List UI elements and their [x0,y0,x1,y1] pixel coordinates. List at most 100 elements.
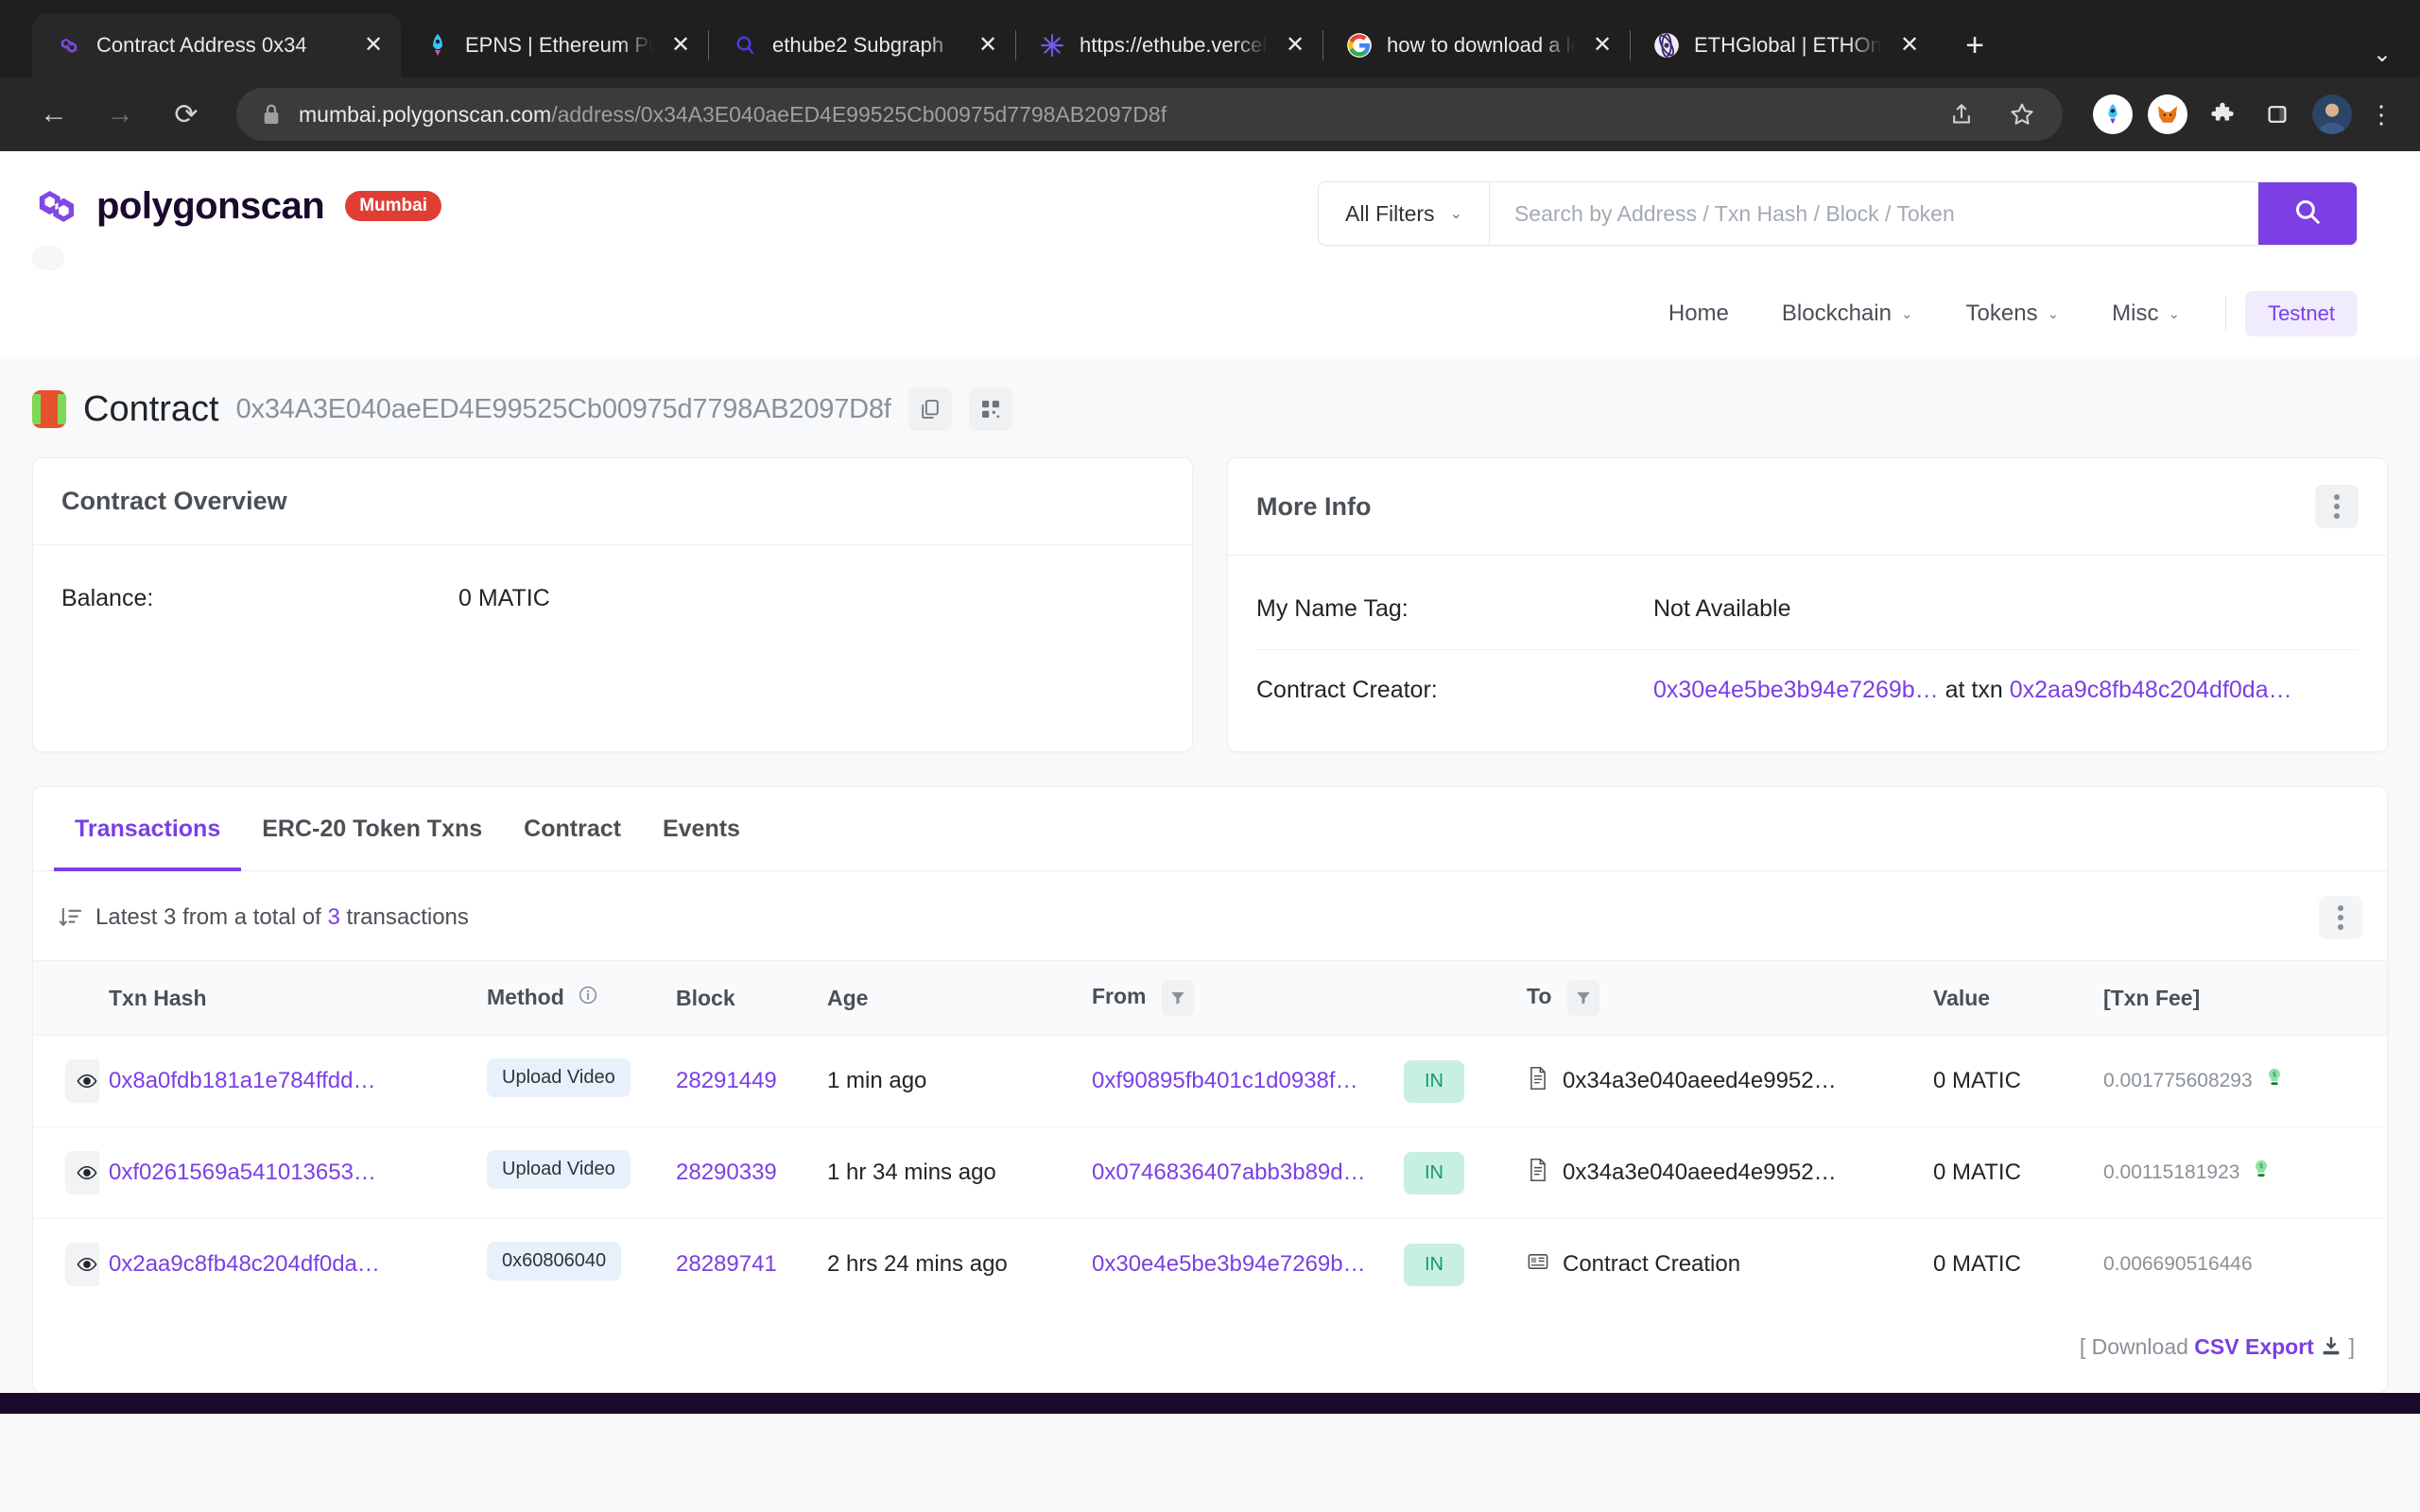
sidepanel-icon[interactable] [2257,94,2297,134]
close-icon[interactable]: ✕ [1281,31,1309,60]
block-link[interactable]: 28291449 [676,1068,777,1093]
cell-block: 28290339 [666,1126,818,1219]
svg-text:$: $ [2272,1070,2276,1078]
txn-fee-value: 0.001775608293 [2103,1070,2253,1091]
block-link[interactable]: 28290339 [676,1160,777,1185]
nav-item-tokens[interactable]: Tokens ⌄ [1940,291,2086,336]
profile-avatar[interactable] [2312,94,2352,134]
download-icon[interactable] [2320,1334,2348,1359]
site-logo[interactable]: polygonscan Mumbai [32,181,441,231]
reload-button[interactable]: ⟳ [157,85,216,144]
direction-badge: IN [1404,1243,1464,1286]
kebab-menu-icon[interactable] [2315,485,2359,528]
browser-tab-0[interactable]: Contract Address 0x34 ✕ [32,13,401,77]
all-filters-dropdown[interactable]: All Filters ⌄ [1319,182,1490,245]
cell-eye [33,1035,99,1127]
balance-value: 0 MATIC [458,585,550,611]
browser-tab-2[interactable]: ethube2 Subgraph ✕ [708,13,1015,77]
cell-method: 0x60806040 [477,1219,666,1311]
col-header-age[interactable]: Age [818,960,1082,1036]
from-address-link[interactable]: 0x0746836407abb3b89d… [1092,1160,1366,1185]
contract-address: 0x34A3E040aeED4E99525Cb00975d7798AB2097D… [235,393,891,424]
info-icon[interactable] [578,985,598,1011]
creator-address-link[interactable]: 0x30e4e5be3b94e7269b… [1653,677,1939,703]
block-link[interactable]: 28289741 [676,1251,777,1277]
close-icon[interactable]: ✕ [359,31,388,60]
name-tag-value: Not Available [1653,595,1791,622]
cell-block: 28291449 [666,1035,818,1127]
browser-tab-1[interactable]: EPNS | Ethereum Push ✕ [401,13,708,77]
cell-value: 0 MATIC [1933,1251,2021,1277]
tab-events[interactable]: Events [642,787,761,871]
browser-tab-title: EPNS | Ethereum Push [465,33,653,57]
testnet-selector[interactable]: Testnet [2245,291,2358,336]
browser-menu-icon[interactable]: ⋮ [2367,102,2395,127]
graph-icon [731,31,759,60]
cell-to: Contract Creation [1517,1219,1924,1311]
txn-hash-link[interactable]: 0xf0261569a541013653… [109,1160,376,1185]
csv-export-link[interactable]: CSV Export [2194,1334,2314,1359]
txn-hash-link[interactable]: 0x2aa9c8fb48c204df0da… [109,1251,380,1277]
from-address-link[interactable]: 0x30e4e5be3b94e7269b… [1092,1251,1366,1277]
tab-search-chevron-down-icon[interactable]: ⌄ [2373,41,2392,68]
table-kebab-menu-icon[interactable] [2319,896,2362,939]
puzzle-extension-icon[interactable] [2203,94,2242,134]
metamask-icon[interactable] [2148,94,2187,134]
txn-hash-link[interactable]: 0x8a0fdb181a1e784ffdd… [109,1068,375,1093]
svg-text:$: $ [2259,1161,2264,1170]
method-pill[interactable]: Upload Video [487,1058,631,1097]
transactions-table: Txn Hash Method Block Age From To Value … [33,960,2387,1310]
new-tab-button[interactable]: + [1950,21,1999,70]
method-pill[interactable]: Upload Video [487,1150,631,1189]
browser-tab-5[interactable]: ETHGlobal | ETHOnline ✕ [1630,13,1937,77]
eye-icon[interactable] [65,1059,99,1103]
chevron-down-icon: ⌄ [2168,306,2181,322]
back-button[interactable]: ← [25,85,83,144]
cell-txn-fee: 0.00115181923 $ [2094,1126,2387,1219]
bracket-close: ] [2348,1334,2355,1359]
bookmark-star-icon[interactable] [2000,93,2044,136]
qr-code-icon[interactable] [968,387,1012,431]
cell-method: Upload Video [477,1035,666,1127]
google-icon [1345,31,1374,60]
address-bar[interactable]: mumbai.polygonscan.com/address/0x34A3E04… [236,88,2063,141]
filter-icon[interactable] [1161,980,1194,1016]
close-icon[interactable]: ✕ [1895,31,1924,60]
transaction-count-text: Latest 3 from a total of 3 transactions [95,904,469,931]
browser-tab-3[interactable]: https://ethube.vercel.a ✕ [1015,13,1322,77]
cell-eye [33,1126,99,1219]
tab-erc20-token-txns[interactable]: ERC-20 Token Txns [241,787,503,871]
share-icon[interactable] [1940,93,1983,136]
close-icon[interactable]: ✕ [1588,31,1616,60]
from-address-link[interactable]: 0xf90895fb401c1d0938f… [1092,1068,1358,1093]
browser-tab-4[interactable]: how to download a loo ✕ [1322,13,1630,77]
cell-eye [33,1219,99,1311]
forward-button[interactable]: → [91,85,149,144]
close-icon[interactable]: ✕ [974,31,1002,60]
tab-contract[interactable]: Contract [503,787,642,871]
eye-icon[interactable] [65,1151,99,1194]
tab-transactions[interactable]: Transactions [54,787,242,871]
search-button[interactable] [2258,182,2357,245]
csv-export-footer: [ Download CSV Export ] [33,1310,2387,1392]
nav-item-home[interactable]: Home [1642,291,1755,336]
page-title-label: Contract [83,388,219,429]
col-header-eye [33,960,99,1036]
search-icon [2293,198,2322,231]
browser-tab-title: Contract Address 0x34 [96,33,307,57]
eye-icon[interactable] [65,1243,99,1286]
cell-to: 0x34a3e040aeed4e9952… [1517,1035,1924,1127]
tab-strip: Contract Address 0x34 ✕ EPNS | Ethereum … [0,0,2420,77]
nav-item-misc[interactable]: Misc ⌄ [2085,291,2206,336]
filter-icon[interactable] [1566,980,1599,1016]
method-pill[interactable]: 0x60806040 [487,1242,622,1280]
direction-badge: IN [1404,1151,1464,1194]
rocket-extension-icon[interactable] [2093,94,2133,134]
copy-icon[interactable] [908,387,952,431]
col-header-direction [1394,960,1517,1036]
creation-txn-link[interactable]: 0x2aa9c8fb48c204df0da… [2010,677,2292,703]
search-input[interactable] [1489,182,2258,245]
close-icon[interactable]: ✕ [666,31,695,60]
header-right: All Filters ⌄ [1318,181,2358,246]
nav-item-blockchain[interactable]: Blockchain ⌄ [1755,291,1940,336]
